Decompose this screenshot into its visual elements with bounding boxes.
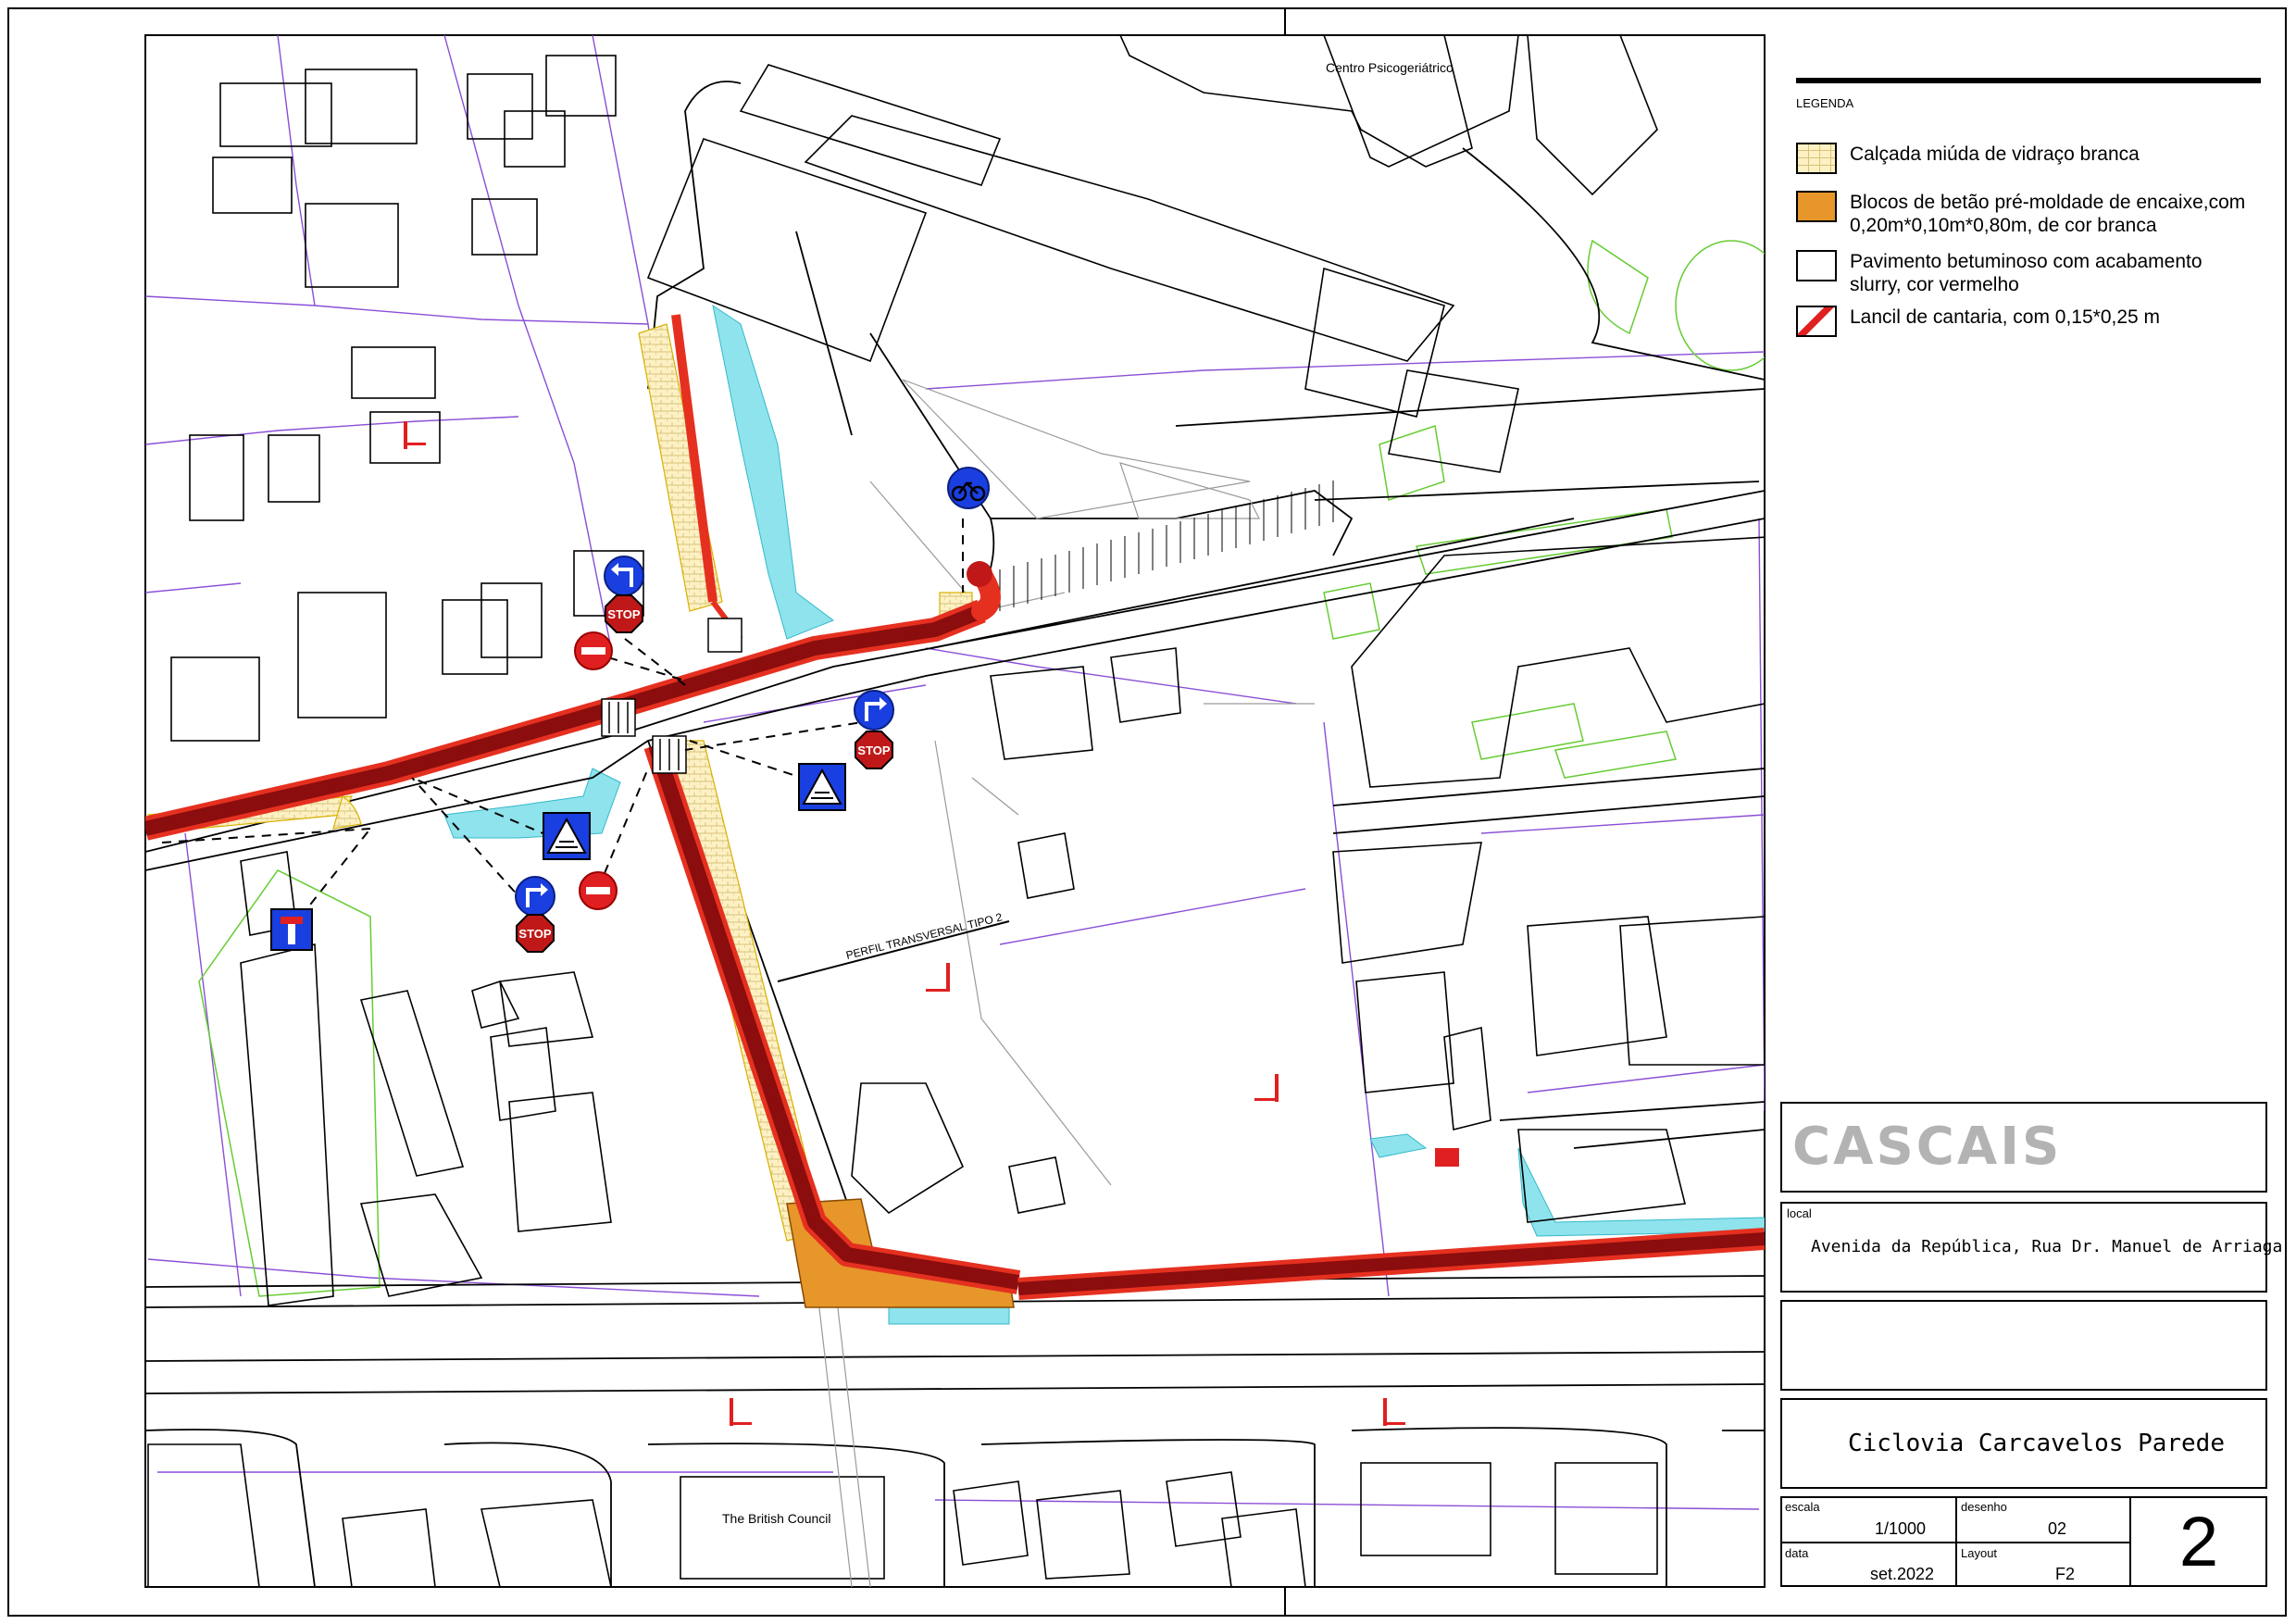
legend-label: Pavimento betuminoso com acabamento slur… (1850, 251, 2202, 295)
legend-item-lancil: Lancil de cantaria, com 0,15*0,25 m (1796, 306, 2160, 337)
pedestrian-crossing-sign-icon (798, 763, 846, 811)
stop-sign-icon: STOP (605, 594, 643, 633)
turn-left-sign-icon (604, 556, 644, 596)
desenho-label: desenho (1961, 1500, 2007, 1514)
stop-sign-icon: STOP (855, 731, 893, 769)
stop-sign-text: STOP (607, 607, 640, 621)
pavimento-swatch (1796, 250, 1837, 281)
legend-rule (1796, 78, 2261, 83)
legend-item-pavimento: Pavimento betuminoso com acabamento slur… (1796, 250, 2257, 296)
sheet-number: 2 (2178, 1503, 2219, 1581)
place-label-centro: Centro Psicogeriátrico (1326, 60, 1454, 75)
data-label: data (1785, 1546, 1809, 1560)
legend-item-calcada: Calçada miúda de vidraço branca (1796, 143, 2140, 174)
cascais-logo: CASCAIS (1792, 1117, 2063, 1177)
legend-item-blocos: Blocos de betão pré-moldade de encaixe,c… (1796, 191, 2276, 237)
bicycle-sign-icon (947, 467, 990, 509)
local-label: local (1787, 1206, 1812, 1220)
cycle-lane-end-marker (967, 561, 992, 587)
no-entry-sign-icon (574, 631, 613, 670)
legend-label: Calçada miúda de vidraço branca (1850, 144, 2140, 165)
stop-sign-text: STOP (857, 743, 890, 757)
layout-label: Layout (1961, 1546, 1998, 1560)
stop-sign-text: STOP (518, 927, 551, 941)
stop-sign-icon: STOP (516, 914, 555, 953)
no-entry-sign-icon (579, 871, 618, 910)
turn-right-sign-icon (515, 876, 555, 917)
legend-title: LEGENDA (1796, 96, 1854, 110)
pedestrian-crossing-sign-icon (543, 812, 591, 860)
legend-label: Lancil de cantaria, com 0,15*0,25 m (1850, 306, 2161, 328)
escala-value: 1/1000 (1875, 1519, 1927, 1538)
blocos-swatch (1796, 191, 1837, 222)
legend-label: Blocos de betão pré-moldade de encaixe,c… (1850, 192, 2246, 236)
layout-value: F2 (2055, 1565, 2076, 1583)
lancil-swatch (1796, 306, 1837, 337)
calcada-swatch (1796, 143, 1837, 174)
desenho-value: 02 (2048, 1519, 2067, 1538)
blank-box (1780, 1300, 2267, 1391)
turn-right-sign-icon (854, 690, 894, 731)
data-value: set.2022 (1870, 1565, 1935, 1583)
place-label-british-council: The British Council (722, 1511, 831, 1526)
dead-end-sign-icon (270, 908, 313, 951)
info-divider (1780, 1542, 2131, 1543)
escala-label: escala (1785, 1500, 1820, 1514)
project-title: Ciclovia Carcavelos Parede (1848, 1430, 2225, 1457)
local-value: Avenida da República, Rua Dr. Manuel de … (1811, 1237, 2283, 1256)
